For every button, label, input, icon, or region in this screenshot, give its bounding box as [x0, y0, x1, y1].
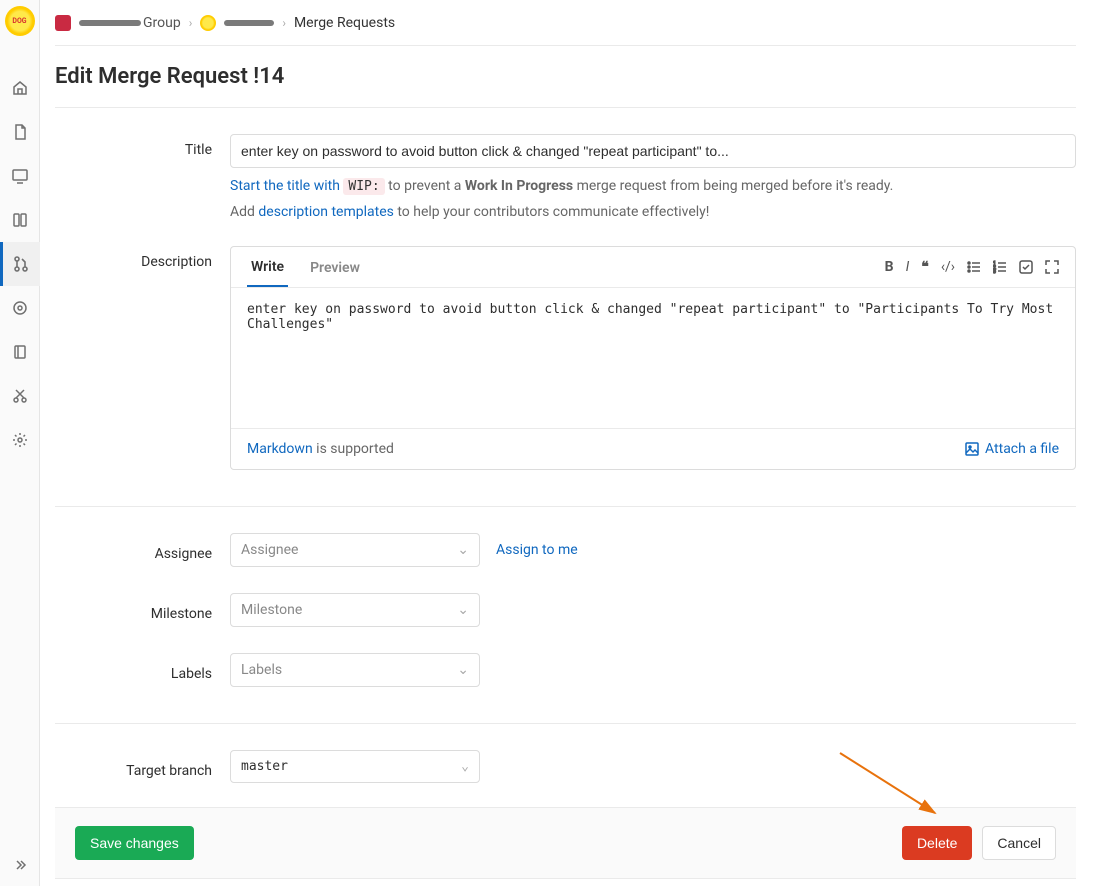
breadcrumb: Group › › Merge Requests [55, 0, 1076, 46]
file-icon[interactable] [0, 110, 40, 154]
wip-hint-bold: Work In Progress [465, 178, 573, 194]
target-branch-value: master [241, 759, 288, 774]
ci-icon[interactable] [0, 286, 40, 330]
target-branch-select[interactable]: master ⌄ [230, 750, 480, 783]
chevron-right-icon: › [282, 16, 286, 30]
sidebar: DOG [0, 0, 40, 886]
chevron-down-icon: ⌄ [457, 602, 469, 618]
description-label: Description [55, 246, 230, 470]
ol-icon[interactable]: 123 [993, 259, 1007, 275]
template-hint-pre: Add [230, 204, 258, 220]
chevron-down-icon: ⌄ [461, 759, 469, 774]
cancel-button[interactable]: Cancel [982, 826, 1056, 860]
main-content: Group › › Merge Requests Edit Merge Requ… [40, 0, 1101, 879]
assignee-label: Assignee [55, 538, 230, 562]
target-branch-label: Target branch [55, 755, 230, 779]
fullscreen-icon[interactable] [1045, 259, 1059, 275]
divider [55, 107, 1076, 108]
image-icon [965, 442, 979, 456]
ul-icon[interactable] [967, 259, 981, 275]
project-logo[interactable]: DOG [5, 6, 35, 36]
assignee-placeholder: Assignee [241, 542, 298, 558]
tab-preview[interactable]: Preview [306, 248, 364, 286]
wip-link[interactable]: Start the title with [230, 178, 343, 194]
page-title: Edit Merge Request !14 [55, 64, 1076, 89]
assignee-select[interactable]: Assignee ⌄ [230, 533, 480, 567]
wip-hint-mid: to prevent a [385, 178, 465, 194]
quote-icon[interactable]: ❝ [921, 259, 929, 275]
breadcrumb-group-name[interactable] [79, 20, 141, 26]
breadcrumb-current[interactable]: Merge Requests [294, 15, 395, 31]
save-button[interactable]: Save changes [75, 826, 194, 860]
description-editor: Write Preview B I ❝ ‹/› 123 [230, 246, 1076, 470]
chevron-down-icon: ⌄ [457, 662, 469, 678]
sidebar-split-icon[interactable] [0, 198, 40, 242]
monitor-icon[interactable] [0, 154, 40, 198]
breadcrumb-project-name[interactable] [224, 20, 274, 26]
wip-hint-post: merge request from being merged before i… [573, 178, 893, 194]
template-hint: Add description templates to help your c… [230, 204, 1076, 220]
action-bar: Save changes Delete Cancel [55, 807, 1076, 879]
wiki-icon[interactable] [0, 330, 40, 374]
markdown-link[interactable]: Markdown [247, 441, 313, 457]
task-icon[interactable] [1019, 259, 1033, 275]
assign-to-me-link[interactable]: Assign to me [496, 542, 578, 558]
group-avatar-icon[interactable] [55, 15, 71, 31]
chevron-right-icon: › [189, 16, 193, 30]
chevron-down-icon: ⌄ [457, 542, 469, 558]
divider [55, 723, 1076, 724]
collapse-icon[interactable] [0, 850, 40, 880]
wip-code: WIP: [343, 178, 384, 195]
title-label: Title [55, 134, 230, 220]
tab-write[interactable]: Write [247, 247, 288, 287]
settings-icon[interactable] [0, 418, 40, 462]
project-avatar-icon[interactable] [200, 15, 216, 31]
labels-select[interactable]: Labels ⌄ [230, 653, 480, 687]
markdown-support-text: is supported [313, 441, 394, 457]
divider [55, 506, 1076, 507]
breadcrumb-group-suffix[interactable]: Group [143, 15, 181, 31]
milestone-select[interactable]: Milestone ⌄ [230, 593, 480, 627]
template-link[interactable]: description templates [258, 204, 393, 220]
bold-icon[interactable]: B [885, 259, 894, 275]
editor-toolbar: B I ❝ ‹/› 123 [885, 259, 1059, 275]
template-hint-post: to help your contributors communicate ef… [394, 204, 710, 220]
merge-request-icon[interactable] [0, 242, 40, 286]
code-icon[interactable]: ‹/› [941, 259, 955, 275]
milestone-placeholder: Milestone [241, 602, 302, 618]
labels-placeholder: Labels [241, 662, 282, 678]
labels-label: Labels [55, 658, 230, 682]
home-icon[interactable] [0, 66, 40, 110]
italic-icon[interactable]: I [906, 259, 910, 275]
svg-text:3: 3 [993, 269, 996, 274]
wip-hint: Start the title with WIP: to prevent a W… [230, 178, 1076, 194]
title-input[interactable] [230, 134, 1076, 168]
description-textarea[interactable] [231, 288, 1075, 418]
delete-button[interactable]: Delete [902, 826, 972, 860]
attach-file-link[interactable]: Attach a file [965, 441, 1059, 457]
attach-file-label: Attach a file [985, 441, 1059, 457]
milestone-label: Milestone [55, 598, 230, 622]
snippets-icon[interactable] [0, 374, 40, 418]
